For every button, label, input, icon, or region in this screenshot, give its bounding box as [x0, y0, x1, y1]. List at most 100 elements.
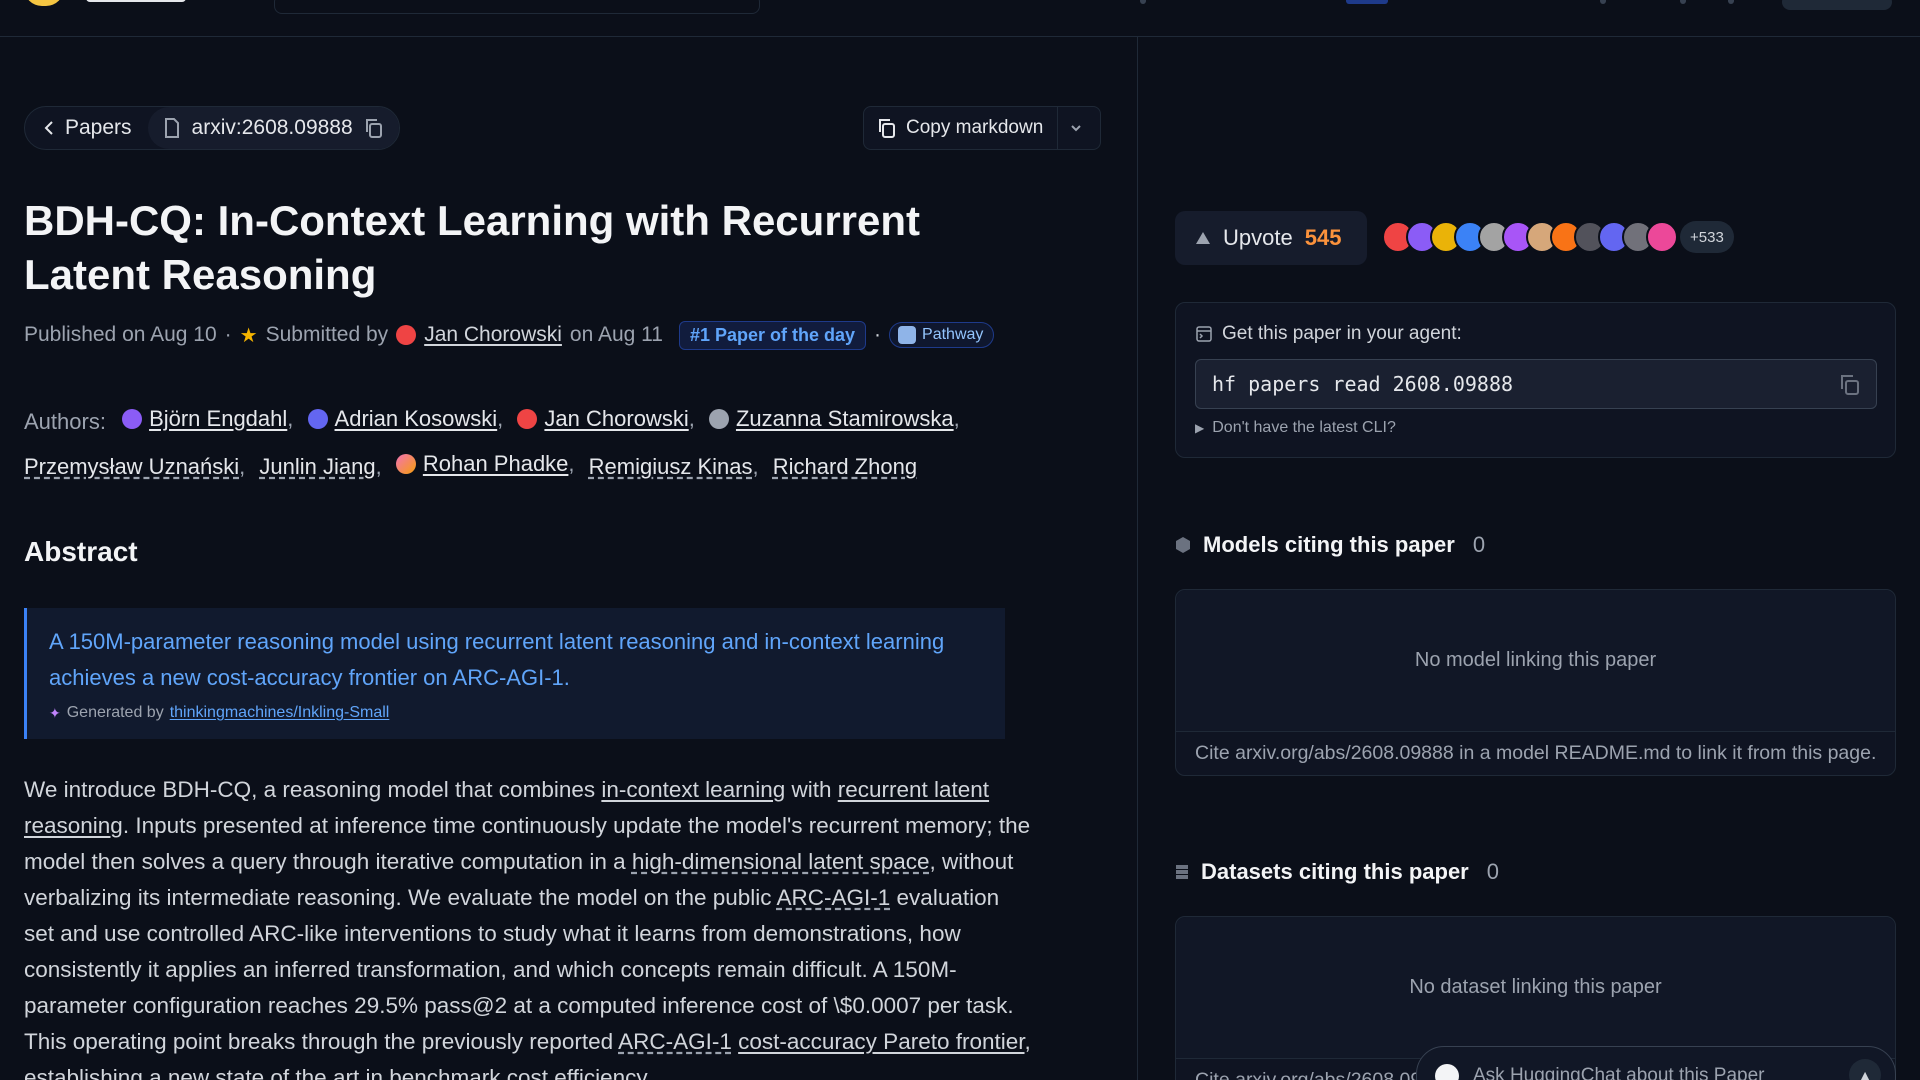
datasets-section-heading: Datasets citing this paper 0: [1175, 859, 1499, 885]
author-name: Jan Chorowski: [544, 406, 689, 431]
upvote-button[interactable]: Upvote 545: [1175, 211, 1367, 265]
author-link[interactable]: Junlin Jiang,: [259, 446, 381, 488]
document-icon: [164, 118, 179, 138]
cli-command-box[interactable]: hf papers read 2608.09888: [1195, 359, 1877, 409]
author-link[interactable]: Jan Chorowski,: [517, 398, 695, 440]
upvote-count: 545: [1304, 225, 1342, 250]
nav-item[interactable]: [1600, 0, 1606, 4]
paper-meta: Published on Aug 10 · ★ Submitted by Jan…: [24, 318, 995, 352]
author-name: Richard Zhong: [772, 454, 918, 479]
models-empty-message: No model linking this paper: [1176, 590, 1895, 732]
triangle-right-icon: ▶: [1195, 421, 1205, 435]
authors-label: Authors:: [24, 409, 106, 434]
author-name: Junlin Jiang: [259, 454, 376, 479]
agent-heading: Get this paper in your agent:: [1196, 323, 1462, 345]
arxiv-id-chip[interactable]: arxiv:2608.09888: [147, 107, 399, 149]
agent-heading-label: Get this paper in your agent:: [1222, 323, 1462, 344]
chevron-down-icon: [1071, 125, 1081, 132]
cli-install-toggle[interactable]: ▶ Don't have the latest CLI?: [1195, 419, 1396, 437]
chevron-left-icon: [44, 121, 53, 135]
author-link[interactable]: Przemysław Uznański,: [24, 446, 245, 488]
breadcrumb: Papers arxiv:2608.09888: [24, 106, 400, 150]
avatar: [517, 409, 538, 429]
huggingchat-prompt[interactable]: Ask HuggingChat about this Paper ▲: [1416, 1046, 1896, 1080]
author-name: Adrian Kosowski: [334, 406, 498, 431]
chevron-up-icon[interactable]: ▲: [1849, 1059, 1881, 1080]
concept-link[interactable]: in-context learning: [601, 777, 785, 802]
author-link[interactable]: Richard Zhong: [773, 446, 917, 488]
copy-icon[interactable]: [1840, 374, 1860, 396]
copy-markdown-button[interactable]: Copy markdown: [864, 107, 1059, 149]
avatar: [395, 454, 416, 474]
models-empty-card: No model linking this paper Cite arxiv.o…: [1175, 589, 1896, 776]
author-name: Przemysław Uznański: [24, 454, 240, 479]
org-logo-icon: [898, 326, 917, 344]
author-link[interactable]: Zuzanna Stamirowska,: [708, 398, 960, 440]
ai-summary-box: A 150M-parameter reasoning model using r…: [24, 608, 1005, 739]
nav-item[interactable]: [1680, 0, 1686, 4]
meta-separator: ·: [224, 323, 232, 346]
huggingchat-placeholder: Ask HuggingChat about this Paper: [1473, 1065, 1765, 1080]
papers-label: Papers: [65, 116, 132, 139]
nav-item[interactable]: [1140, 0, 1146, 4]
cli-command: hf papers read 2608.09888: [1212, 372, 1514, 396]
models-count: 0: [1472, 532, 1486, 557]
paper-title: BDH-CQ: In-Context Learning with Recurre…: [24, 197, 921, 298]
author-name: Zuzanna Stamirowska: [735, 406, 954, 431]
org-badge[interactable]: Pathway: [889, 322, 995, 348]
avatar: [1646, 221, 1678, 253]
huggingface-logo[interactable]: [24, 0, 64, 6]
author-link[interactable]: Rohan Phadke,: [395, 443, 575, 485]
author-link[interactable]: Adrian Kosowski,: [307, 398, 503, 440]
org-name: Pathway: [922, 326, 984, 343]
terminal-icon: [1196, 326, 1212, 342]
top-navbar: [0, 0, 1920, 37]
author-name: Rohan Phadke: [422, 451, 569, 476]
concept-link[interactable]: ARC-AGI-1: [777, 885, 891, 910]
copy-markdown-label: Copy markdown: [906, 117, 1044, 138]
models-cite-hint: Cite arxiv.org/abs/2608.09888 in a model…: [1195, 742, 1877, 764]
author-name: Remigiusz Kinas: [588, 454, 753, 479]
abstract-fragment: We introduce BDH-CQ, a reasoning model t…: [24, 777, 602, 802]
global-search-input[interactable]: [274, 0, 760, 14]
star-icon: ★: [239, 324, 258, 347]
cli-hint-label: Don't have the latest CLI?: [1212, 419, 1396, 436]
generated-by-label: Generated by: [66, 704, 164, 721]
generator-model-link[interactable]: thinkingmachines/Inkling-Small: [170, 704, 390, 722]
copy-icon: [879, 119, 895, 138]
meta-separator: ·: [874, 323, 882, 346]
concept-link[interactable]: cost-accuracy Pareto frontier: [738, 1029, 1024, 1054]
abstract-heading: Abstract: [24, 536, 138, 567]
abstract-fragment: with: [785, 777, 838, 802]
column-divider: [1137, 37, 1138, 1080]
author-name: Björn Engdahl: [149, 406, 288, 431]
more-upvoters-count[interactable]: +533: [1680, 221, 1734, 253]
upvoter-avatars[interactable]: +533: [1382, 221, 1734, 253]
abstract-text: We introduce BDH-CQ, a reasoning model t…: [24, 772, 1034, 1080]
copy-markdown-button-group: Copy markdown: [863, 106, 1101, 150]
account-button[interactable]: [1782, 0, 1892, 10]
nav-item[interactable]: [1728, 0, 1734, 4]
site-name[interactable]: [86, 0, 186, 2]
concept-link[interactable]: high-dimensional latent space: [632, 849, 930, 874]
nav-item[interactable]: [1346, 0, 1388, 4]
agent-cli-card: Get this paper in your agent: hf papers …: [1175, 302, 1896, 458]
models-section-heading: Models citing this paper 0: [1175, 532, 1485, 558]
avatar: [396, 325, 417, 345]
back-to-papers-link[interactable]: Papers: [25, 107, 148, 149]
author-link[interactable]: Björn Engdahl,: [122, 398, 293, 440]
copy-markdown-dropdown[interactable]: [1058, 124, 1094, 132]
upvote-triangle-icon: [1196, 232, 1210, 244]
arxiv-id: arxiv:2608.09888: [191, 116, 353, 139]
copy-icon[interactable]: [365, 118, 383, 138]
author-link[interactable]: Remigiusz Kinas,: [589, 446, 759, 488]
submitter-link[interactable]: Jan Chorowski: [424, 323, 562, 347]
concept-link[interactable]: ARC-AGI-1: [618, 1029, 732, 1054]
generated-by: ✦ Generated by thinkingmachines/Inkling-…: [49, 704, 985, 722]
paper-of-the-day-badge[interactable]: #1 Paper of the day: [678, 320, 867, 350]
upvote-label: Upvote: [1223, 225, 1293, 250]
cube-icon: [1176, 537, 1190, 553]
published-date: Published on Aug 10: [24, 323, 217, 346]
database-icon: [1176, 865, 1188, 879]
submitted-by-label: Submitted by: [265, 323, 389, 346]
